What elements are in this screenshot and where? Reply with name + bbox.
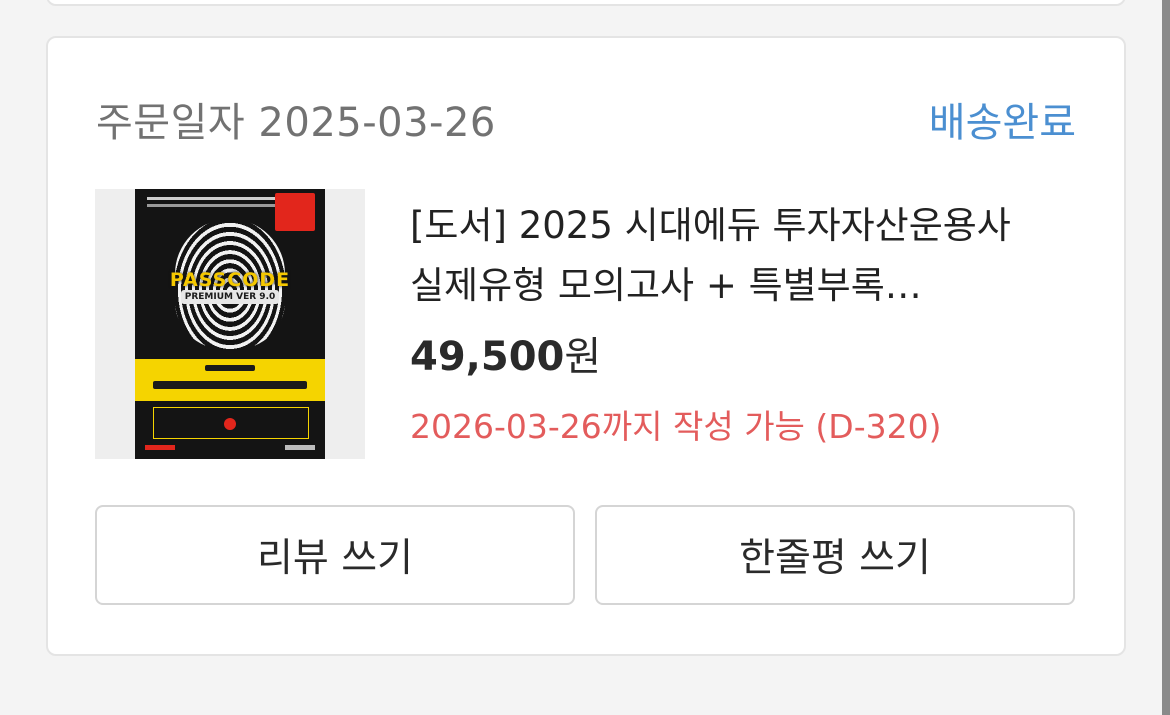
product-thumbnail[interactable]: PASSCODE PREMIUM VER 9.0 — [95, 189, 365, 459]
bestseller-badge — [275, 193, 315, 231]
cover-title-band — [135, 359, 325, 401]
review-deadline: 2026-03-26까지 작성 가능 (D-320) — [410, 407, 942, 446]
cover-version: PREMIUM VER 9.0 — [181, 290, 279, 304]
price-number: 49,500 — [410, 334, 565, 380]
cover-brand: PASSCODE — [169, 269, 291, 291]
price-unit: 원 — [564, 334, 602, 380]
cover-premium-box — [153, 407, 309, 439]
write-review-button[interactable]: 리뷰 쓰기 — [95, 505, 575, 605]
product-price: 49,500원 — [410, 324, 601, 382]
write-oneline-review-button[interactable]: 한줄평 쓰기 — [595, 505, 1075, 605]
previous-order-card — [46, 0, 1126, 6]
order-date: 주문일자 2025-03-26 — [96, 100, 496, 146]
book-cover-image: PASSCODE PREMIUM VER 9.0 — [135, 189, 325, 459]
delivery-status: 배송완료 — [928, 100, 1076, 146]
cover-publisher — [145, 445, 175, 450]
order-card: 주문일자 2025-03-26 배송완료 PASSCODE PREMIUM VE… — [46, 36, 1126, 656]
scrollbar[interactable] — [1162, 0, 1170, 715]
product-title[interactable]: [도서] 2025 시대에듀 투자자산운용사 실제유형 모의고사 + 특별부록 … — [410, 196, 1070, 316]
